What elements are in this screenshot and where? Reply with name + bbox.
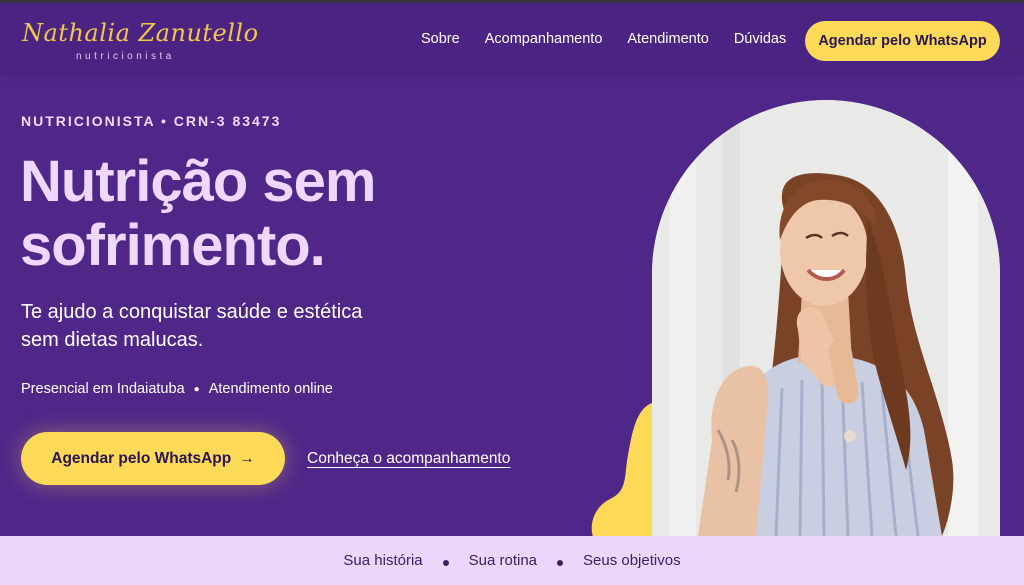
site-header: Nathalia Zanutello nutricionista Sobre A… — [0, 0, 1024, 74]
learn-more-link[interactable]: Conheça o acompanhamento — [307, 450, 510, 468]
hero-eyebrow: NUTRICIONISTA • CRN-3 83473 — [21, 113, 282, 129]
topics-bar: Sua história Sua rotina Seus objetivos — [0, 536, 1024, 585]
brand-logo[interactable]: Nathalia Zanutello nutricionista — [22, 17, 258, 67]
topic-separator-dot — [557, 559, 564, 566]
subhead-line-2: sem dietas malucas. — [21, 329, 204, 351]
nav-link-sobre[interactable]: Sobre — [421, 31, 460, 47]
meta-separator-dot: ● — [193, 383, 200, 395]
hero-whatsapp-button[interactable]: Agendar pelo WhatsApp → — [21, 432, 285, 485]
brand-tagline: nutricionista — [76, 51, 175, 62]
arrow-right-icon: → — [239, 449, 255, 467]
nav-link-atendimento[interactable]: Atendimento — [627, 31, 708, 47]
headline-line-1: Nutrição sem — [20, 149, 376, 214]
header-whatsapp-button[interactable]: Agendar pelo WhatsApp — [805, 21, 1000, 61]
hero-meta: Presencial em Indaiatuba ● Atendimento o… — [21, 381, 333, 397]
page: Nathalia Zanutello nutricionista Sobre A… — [0, 0, 1024, 585]
hero-cta-label: Agendar pelo WhatsApp — [51, 449, 232, 467]
nutritionist-photo — [652, 100, 1000, 536]
topic-sua-historia[interactable]: Sua história — [343, 552, 422, 569]
subhead-line-1: Te ajudo a conquistar saúde e estética — [21, 301, 363, 323]
meta-presencial: Presencial em Indaiatuba — [21, 381, 185, 397]
portrait-illustration — [652, 100, 1000, 536]
hero-headline: Nutrição sem sofrimento. — [20, 150, 500, 278]
topic-sua-rotina[interactable]: Sua rotina — [469, 552, 537, 569]
brand-name: Nathalia Zanutello — [22, 19, 259, 47]
meta-online: Atendimento online — [208, 381, 333, 397]
headline-line-2: sofrimento. — [20, 213, 326, 278]
main-nav: Sobre Acompanhamento Atendimento Dúvidas — [421, 31, 811, 47]
topic-separator-dot — [442, 559, 449, 566]
topic-seus-objetivos[interactable]: Seus objetivos — [583, 552, 681, 569]
nav-link-acompanhamento[interactable]: Acompanhamento — [485, 31, 603, 47]
hero-subhead: Te ajudo a conquistar saúde e estética s… — [21, 298, 421, 354]
nav-link-duvidas[interactable]: Dúvidas — [734, 31, 786, 47]
